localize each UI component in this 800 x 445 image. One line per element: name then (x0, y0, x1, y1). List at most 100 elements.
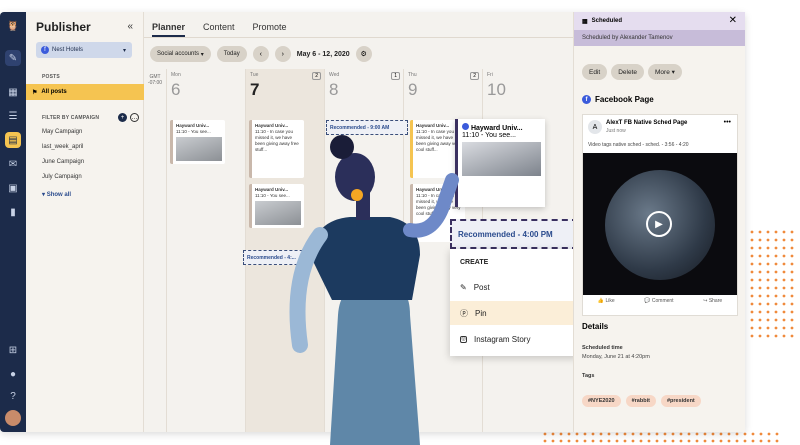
post-preview-panel: ▦ Scheduled ✕ Scheduled by Alexander Tam… (573, 12, 745, 432)
decor-dot (759, 439, 763, 443)
collapse-icon[interactable]: « (127, 21, 133, 32)
play-icon[interactable]: ▶ (646, 211, 672, 237)
create-post-item[interactable]: ✎ Post (450, 275, 578, 299)
settings-gear-icon[interactable]: ⚙ (355, 46, 372, 62)
add-campaign-icon[interactable]: + (118, 113, 127, 122)
decor-dot (607, 432, 611, 436)
decor-dot (750, 326, 754, 330)
user-avatar[interactable] (5, 410, 21, 426)
decor-dot (575, 439, 579, 443)
day-number: 8 (329, 80, 339, 99)
social-accounts-label: Social accounts (157, 51, 200, 57)
help-icon[interactable]: ? (5, 388, 21, 404)
details-heading: Details (582, 322, 609, 331)
more-icon[interactable]: … (130, 113, 139, 122)
tag-chip[interactable]: #rabbit (625, 395, 656, 407)
filter-section-label: FILTER BY CAMPAIGN (42, 115, 100, 121)
create-menu: CREATE ✎ Post ⓟ Pin ◎ Instagram Story (450, 249, 578, 356)
decor-dot (551, 439, 555, 443)
menu-label: Pin (475, 308, 487, 318)
decor-dot (679, 432, 683, 436)
decor-dot (766, 262, 770, 266)
decor-dot (782, 286, 786, 290)
show-all-link[interactable]: ▾ Show all (42, 191, 71, 198)
all-posts-item[interactable]: ⚑ All posts (26, 84, 144, 100)
nav-rail: 🦉 ✎ ▦ ☰ ▤ ✉ ▣ ▮ ⊞ ● ? (0, 12, 26, 432)
decor-dot (774, 302, 778, 306)
social-accounts-dropdown[interactable]: Social accounts ▾ (150, 46, 211, 62)
decor-dot (750, 270, 754, 274)
decor-dot (543, 439, 547, 443)
scheduled-post[interactable]: Hayward Univ... 11:10 - You see... (170, 120, 225, 164)
day-name: Thu (408, 72, 417, 78)
more-button[interactable]: More ▾ (648, 64, 682, 80)
decor-dot (766, 246, 770, 250)
owl-logo-icon[interactable]: 🦉 (5, 18, 21, 34)
analytics-icon[interactable]: ▮ (5, 204, 21, 220)
decor-dot (607, 439, 611, 443)
publisher-sidebar: Publisher « f Nest Hotels ▾ POSTS ⚑ All … (26, 12, 144, 432)
recommended-slot[interactable]: Recommended - 9:00 AM (326, 120, 408, 135)
streams-icon[interactable]: ☰ (5, 108, 21, 124)
decor-dot (790, 286, 794, 290)
tab-bar: Planner Content Promote (152, 22, 287, 37)
close-icon[interactable]: ✕ (729, 15, 737, 26)
more-options-icon[interactable]: ••• (724, 119, 731, 126)
next-week-icon[interactable]: › (274, 46, 291, 62)
recommended-slot-selected[interactable]: Recommended - 4:00 PM (450, 219, 578, 249)
apps-icon[interactable]: ⊞ (5, 342, 21, 358)
today-button[interactable]: Today (216, 46, 247, 62)
decor-dot (782, 326, 786, 330)
decor-dot (575, 432, 579, 436)
all-posts-label: All posts (41, 89, 67, 95)
day-name: Mon (171, 72, 181, 78)
decor-dot (750, 262, 754, 266)
post-time: Just now (606, 128, 626, 134)
campaign-item[interactable]: May Campaign (42, 129, 82, 135)
decor-dot (790, 262, 794, 266)
account-selector[interactable]: f Nest Hotels ▾ (36, 42, 132, 58)
like-action[interactable]: 👍 Like (598, 298, 615, 304)
prev-week-icon[interactable]: ‹ (252, 46, 269, 62)
campaign-item[interactable]: June Campaign (42, 159, 84, 165)
preview-header: ▦ Scheduled (574, 12, 745, 30)
create-pin-item[interactable]: ⓟ Pin (450, 301, 578, 325)
inbox-icon[interactable]: ✉ (5, 156, 21, 172)
assignments-icon[interactable]: ▣ (5, 180, 21, 196)
day-number: 9 (408, 80, 418, 99)
day-number: 6 (171, 80, 181, 99)
notifications-icon[interactable]: ● (5, 366, 21, 382)
campaign-item[interactable]: July Campaign (42, 174, 82, 180)
tab-promote[interactable]: Promote (253, 22, 287, 37)
campaign-item[interactable]: last_week_april (42, 144, 83, 150)
decor-dot (774, 254, 778, 258)
tag-chip[interactable]: #president (660, 395, 701, 407)
compose-icon[interactable]: ✎ (5, 50, 21, 66)
facebook-post-preview: A AlexT FB Native Sched Page Just now ••… (582, 114, 738, 316)
decor-dot (782, 246, 786, 250)
decor-dot (567, 432, 571, 436)
tag-chip[interactable]: #NYE2020 (582, 395, 621, 407)
share-action[interactable]: ↪ Share (703, 298, 722, 304)
decor-dot (758, 310, 762, 314)
decor-dot (766, 254, 770, 258)
decor-dot (774, 230, 778, 234)
decor-dot (647, 432, 651, 436)
decor-dot (758, 254, 762, 258)
dashboard-icon[interactable]: ▦ (5, 84, 21, 100)
selected-post-card[interactable]: Hayward Univ... 11:10 - You see... (455, 119, 545, 207)
publisher-calendar-icon[interactable]: ▤ (5, 132, 21, 148)
tab-planner[interactable]: Planner (152, 22, 186, 37)
video-player[interactable]: ▶ (583, 153, 737, 295)
decor-dot (719, 439, 723, 443)
tab-content[interactable]: Content (203, 22, 235, 37)
edit-button[interactable]: Edit (582, 64, 608, 80)
network-label: f Facebook Page (582, 95, 654, 104)
decor-dot (774, 262, 778, 266)
create-instagram-story-item[interactable]: ◎ Instagram Story (450, 327, 578, 351)
decor-dot (782, 310, 786, 314)
delete-button[interactable]: Delete (611, 64, 644, 80)
comment-action[interactable]: 💬 Comment (644, 298, 673, 304)
scheduled-time-label: Scheduled time (582, 345, 623, 351)
account-name: Nest Hotels (52, 47, 84, 53)
